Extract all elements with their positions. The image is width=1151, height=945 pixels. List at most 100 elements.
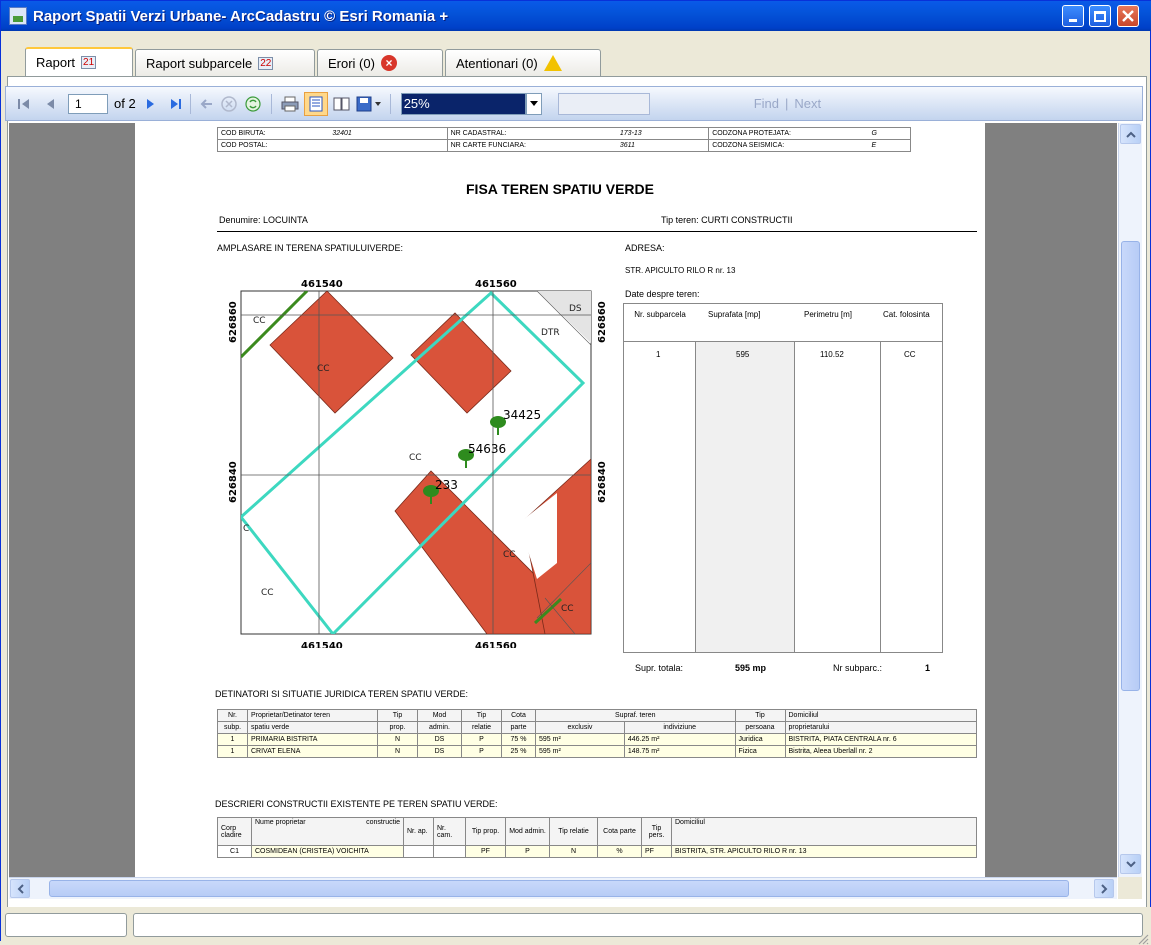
- stop-icon: [220, 95, 237, 112]
- teren-header-cell: Perimetru [m]: [804, 310, 853, 319]
- header-cell: relatie: [461, 721, 502, 734]
- header-cell: proprietarului: [784, 721, 977, 734]
- header-cell: Tip: [377, 709, 418, 722]
- tree-label: 54636: [468, 442, 506, 456]
- header-cell: Domiciliul: [784, 709, 977, 722]
- close-icon: [1122, 10, 1134, 22]
- constructii-label: DESCRIERI CONSTRUCTII EXISTENTE PE TEREN…: [215, 799, 498, 809]
- printer-icon: [281, 96, 299, 111]
- zoom-dropdown-button[interactable]: [525, 92, 542, 115]
- header-cell: NR CADASTRAL:: [446, 127, 617, 140]
- refresh-button[interactable]: [241, 95, 265, 112]
- find-input[interactable]: [557, 92, 650, 115]
- tab-raport[interactable]: Raport 21: [25, 47, 133, 76]
- table-cell: P: [461, 745, 502, 758]
- scroll-down-button[interactable]: [1120, 854, 1141, 874]
- map-y-tick: 626840: [597, 461, 608, 503]
- minimize-button[interactable]: [1062, 5, 1084, 27]
- amplasare-label: AMPLASARE IN TERENA SPATIULUIVERDE:: [217, 243, 404, 253]
- next-page-button[interactable]: [144, 97, 158, 111]
- supr-totala-label: Supr. totala:: [635, 663, 684, 673]
- status-panel: [5, 913, 127, 937]
- header-cell: 3611: [616, 139, 710, 152]
- header-cell: parte: [501, 721, 536, 734]
- table-cell: 595 m²: [535, 745, 625, 758]
- header-cell: prop.: [377, 721, 418, 734]
- table-header-row: Nr. Proprietar/Detinator teren Tip Mod T…: [217, 709, 977, 722]
- table-cell: 595 m²: [535, 733, 625, 746]
- tab-erori[interactable]: Erori (0) ×: [317, 49, 443, 76]
- teren-header-cell: Cat. folosinta: [883, 310, 930, 319]
- table-cell: 148.75 m²: [623, 745, 736, 758]
- export-button[interactable]: [354, 96, 384, 112]
- nr-subparc-label: Nr subparc.:: [833, 663, 883, 673]
- page-number-input[interactable]: 1: [68, 93, 108, 114]
- table-cell: BISTRITA, PIATA CENTRALA nr. 6: [784, 733, 977, 746]
- print-layout-button[interactable]: [303, 91, 328, 116]
- table-cell: PF: [641, 845, 672, 858]
- supr-totala-value: 595 mp: [735, 663, 767, 673]
- vertical-scrollbar[interactable]: [1118, 123, 1142, 877]
- status-panel: [133, 913, 1143, 937]
- minimize-icon: [1069, 18, 1077, 22]
- table-cell: Bistrita, Aleea Uberlall nr. 2: [784, 745, 977, 758]
- report-title: FISA TEREN SPATIU VERDE: [466, 181, 654, 197]
- find-button[interactable]: Find: [754, 96, 779, 111]
- header-cell: constructie: [341, 817, 404, 846]
- stop-button[interactable]: [217, 95, 241, 112]
- header-cell: 173-13: [616, 127, 710, 140]
- scroll-right-button[interactable]: [1094, 879, 1114, 898]
- header-cell: Nr.: [217, 709, 248, 722]
- header-cell: Tip pers.: [641, 817, 672, 846]
- table-cell: 446.25 m²: [623, 733, 736, 746]
- denumire-text: Denumire: LOCUINTA: [219, 215, 308, 225]
- map-y-tick: 626860: [228, 301, 239, 343]
- header-cell: CODZONA PROTEJATA:: [708, 127, 869, 140]
- header-cell: Domiciliul: [671, 817, 977, 846]
- page-setup-button[interactable]: [330, 96, 354, 112]
- map-y-tick: 626840: [228, 461, 239, 503]
- page-layout-icon: [309, 96, 323, 111]
- table-cell: DS: [417, 745, 462, 758]
- first-page-button[interactable]: [16, 97, 32, 111]
- table-cell: Juridica: [734, 733, 786, 746]
- scroll-corner: [1118, 877, 1142, 899]
- section-divider: [217, 231, 977, 232]
- map-label: DS: [569, 304, 582, 314]
- app-icon: [9, 7, 27, 25]
- table-header-row: Corp cladire Nume proprietar constructie…: [217, 817, 977, 846]
- table-cell: PRIMARIA BISTRITA: [247, 733, 378, 746]
- map-label: C: [243, 524, 249, 534]
- header-cell: Nume proprietar: [251, 817, 342, 846]
- tab-raport-subparcele[interactable]: Raport subparcele 22: [135, 49, 315, 76]
- horizontal-scrollbar[interactable]: [9, 877, 1117, 899]
- table-cell: [433, 845, 466, 858]
- header-cell: indiviziune: [623, 721, 736, 734]
- chevron-right-icon: [1100, 883, 1107, 894]
- zoom-select[interactable]: 25%: [400, 92, 526, 115]
- tab-atentionari[interactable]: Atentionari (0): [445, 49, 601, 76]
- previous-page-icon: [47, 98, 54, 109]
- scroll-left-button[interactable]: [10, 879, 30, 898]
- table-cell: 1: [217, 733, 248, 746]
- header-cell: Proprietar/Detinator teren: [247, 709, 378, 722]
- window-title: Raport Spatii Verzi Urbane- ArcCadastru …: [33, 7, 449, 25]
- report-viewport: COD BIRUTA: 32401 NR CADASTRAL: 173-13 C…: [9, 123, 1117, 877]
- find-next-button[interactable]: Next: [794, 96, 821, 111]
- maximize-button[interactable]: [1089, 5, 1111, 27]
- teren-cell: CC: [904, 350, 916, 359]
- table-row: COD BIRUTA: 32401 NR CADASTRAL: 173-13 C…: [217, 127, 911, 140]
- scroll-up-button[interactable]: [1120, 124, 1141, 144]
- title-bar[interactable]: Raport Spatii Verzi Urbane- ArcCadastru …: [1, 1, 1151, 31]
- last-page-button[interactable]: [168, 97, 184, 111]
- close-button[interactable]: [1117, 5, 1139, 27]
- last-page-icon: [170, 98, 181, 109]
- table-cell: BISTRITA, STR. APICULTO RILO R nr. 13: [671, 845, 977, 858]
- horizontal-scroll-thumb[interactable]: [49, 880, 1069, 897]
- maximize-icon: [1094, 10, 1106, 22]
- print-button[interactable]: [278, 96, 302, 112]
- back-button[interactable]: [197, 97, 217, 111]
- previous-page-button[interactable]: [42, 97, 58, 111]
- vertical-scroll-thumb[interactable]: [1121, 241, 1140, 691]
- table-cell: P: [505, 845, 550, 858]
